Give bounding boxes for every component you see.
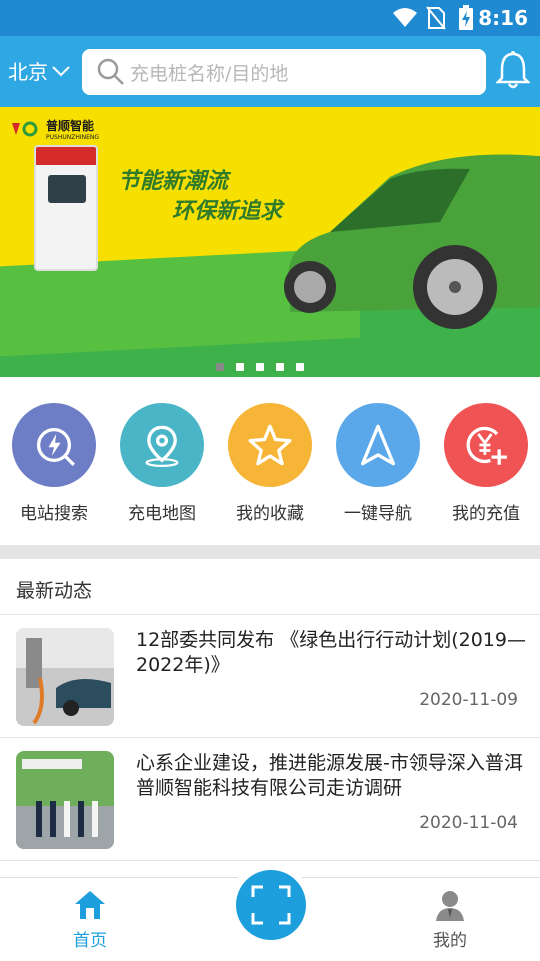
status-bar: 8:16 xyxy=(0,0,540,36)
news-thumbnail xyxy=(16,751,114,849)
quick-menu: 电站搜索 充电地图 我的收藏 一键导航 我的充值 xyxy=(0,377,540,547)
search-input[interactable]: 充电桩名称/目的地 xyxy=(82,49,486,95)
news-title: 12部委共同发布 《绿色出行行动计划(2019—2022年)》 xyxy=(136,629,526,676)
carousel-dot[interactable] xyxy=(276,363,284,371)
news-thumbnail xyxy=(16,628,114,726)
yen-plus-icon xyxy=(466,426,507,465)
wifi-icon xyxy=(393,8,417,27)
menu-item[interactable]: 我的收藏 xyxy=(216,377,324,547)
menu-icon-circle xyxy=(444,403,528,487)
promo-banner[interactable]: 普顺智能 PUSHUNZHINENG 节能新潮流 环保新追求 xyxy=(0,107,540,377)
scan-button[interactable] xyxy=(236,870,306,940)
menu-icon-circle xyxy=(336,403,420,487)
bell-icon[interactable] xyxy=(496,50,530,90)
carousel-dot[interactable] xyxy=(216,363,224,371)
tab-mine[interactable]: 我的 xyxy=(360,878,540,961)
search-icon xyxy=(97,58,124,85)
news-item[interactable]: 12部委共同发布 《绿色出行行动计划(2019—2022年)》 2020-11-… xyxy=(0,614,540,736)
slogan-line2: 环保新追求 xyxy=(172,198,283,224)
carousel-dot[interactable] xyxy=(256,363,264,371)
menu-icon-circle xyxy=(12,403,96,487)
navigation-arrow-icon xyxy=(360,424,396,466)
user-icon xyxy=(436,891,464,921)
news-item[interactable]: 心系企业建设，推进能源发展-市领导深入普洱普顺智能科技有限公司走访调研 2020… xyxy=(0,737,540,859)
brand-logo: 普顺智能 PUSHUNZHINENG xyxy=(12,117,99,141)
lightning-search-icon xyxy=(36,427,75,466)
menu-item-label: 电站搜索 xyxy=(20,504,88,524)
slogan-line1: 节能新潮流 xyxy=(118,168,229,194)
menu-item[interactable]: 我的充值 xyxy=(432,377,540,547)
menu-item[interactable]: 一键导航 xyxy=(324,377,432,547)
carousel-dot[interactable] xyxy=(296,363,304,371)
menu-item-label: 我的充值 xyxy=(452,504,520,524)
menu-icon-circle xyxy=(228,403,312,487)
city-selector[interactable]: 北京 xyxy=(8,56,70,85)
carousel-indicator xyxy=(216,363,304,371)
tab-home[interactable]: 首页 xyxy=(0,878,180,961)
status-time: 8:16 xyxy=(478,6,528,30)
menu-icon-circle xyxy=(120,403,204,487)
menu-item[interactable]: 电站搜索 xyxy=(0,377,108,547)
city-label: 北京 xyxy=(8,60,48,84)
menu-item-label: 一键导航 xyxy=(344,504,412,524)
section-divider xyxy=(0,545,540,559)
star-icon xyxy=(248,424,292,466)
charger-image xyxy=(34,145,98,271)
news-title: 心系企业建设，推进能源发展-市领导深入普洱普顺智能科技有限公司走访调研 xyxy=(136,752,523,799)
news-date: 2020-11-09 xyxy=(419,690,518,710)
menu-item[interactable]: 充电地图 xyxy=(108,377,216,547)
map-pin-icon xyxy=(145,425,179,467)
tab-mine-label: 我的 xyxy=(433,931,467,951)
menu-item-label: 充电地图 xyxy=(128,504,196,524)
chevron-down-icon xyxy=(52,65,70,76)
scan-icon xyxy=(251,885,291,925)
tab-home-label: 首页 xyxy=(73,931,107,951)
divider xyxy=(0,860,540,861)
brand-name: 普顺智能 xyxy=(46,119,95,133)
news-date: 2020-11-04 xyxy=(419,813,518,833)
search-placeholder: 充电桩名称/目的地 xyxy=(130,62,289,85)
menu-item-label: 我的收藏 xyxy=(236,504,304,524)
brand-sub: PUSHUNZHINENG xyxy=(46,134,100,141)
home-icon xyxy=(75,891,105,919)
brand-logo-icon xyxy=(12,121,38,137)
carousel-dot[interactable] xyxy=(236,363,244,371)
no-sim-icon xyxy=(426,6,446,30)
battery-charging-icon xyxy=(459,5,473,30)
news-section-title: 最新动态 xyxy=(16,580,93,602)
grass-car-image xyxy=(284,154,540,329)
header: 北京 充电桩名称/目的地 xyxy=(0,36,540,107)
